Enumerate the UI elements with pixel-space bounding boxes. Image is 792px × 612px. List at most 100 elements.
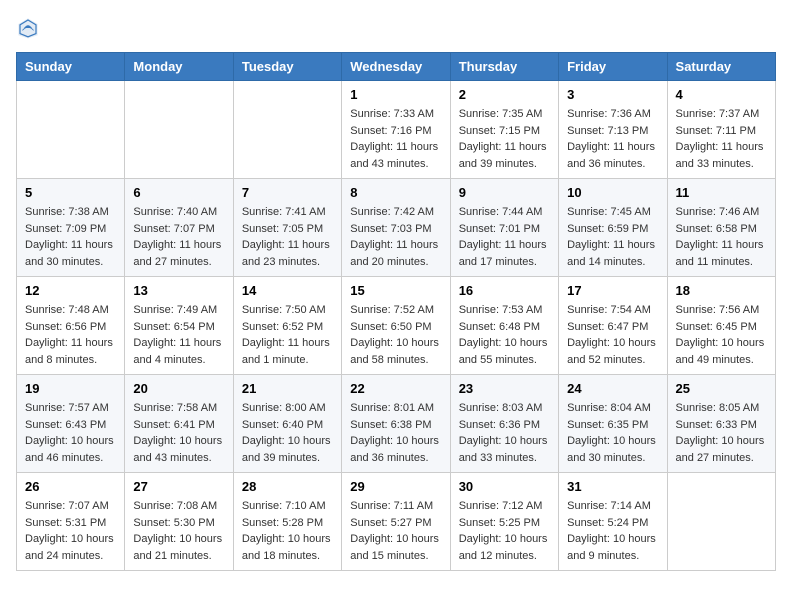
day-cell: 18 Sunrise: 7:56 AMSunset: 6:45 PMDayligh… [667, 277, 775, 375]
day-cell: 26Sunrise: 7:07 AMSunset: 5:31 PMDayligh… [17, 473, 125, 571]
day-cell: 23Sunrise: 8:03 AMSunset: 6:36 PMDayligh… [450, 375, 558, 473]
day-cell: 19 Sunrise: 7:57 AMSunset: 6:43 PMDayligh… [17, 375, 125, 473]
day-info: Sunrise: 7:57 AMSunset: 6:43 PMDaylight:… [25, 400, 116, 466]
day-cell: 6 Sunrise: 7:40 AMSunset: 7:07 PMDaylight… [125, 179, 233, 277]
calendar-header: SundayMondayTuesdayWednesdayThursdayFrid… [17, 53, 776, 81]
day-number: 10 [567, 185, 658, 200]
day-cell: 24Sunrise: 8:04 AMSunset: 6:35 PMDayligh… [559, 375, 667, 473]
day-number: 21 [242, 381, 333, 396]
day-cell: 27 Sunrise: 7:08 AMSunset: 5:30 PMDayligh… [125, 473, 233, 571]
day-cell: 5 Sunrise: 7:38 AMSunset: 7:09 PMDaylight… [17, 179, 125, 277]
day-cell [17, 81, 125, 179]
day-info: Sunrise: 7:38 AMSunset: 7:09 PMDaylight:… [25, 204, 116, 270]
day-number: 26 [25, 479, 116, 494]
header-sunday: Sunday [17, 53, 125, 81]
day-info: Sunrise: 7:40 AMSunset: 7:07 PMDaylight:… [133, 204, 224, 270]
day-cell: 4 Sunrise: 7:37 AMSunset: 7:11 PMDaylight… [667, 81, 775, 179]
day-cell: 14 Sunrise: 7:50 AMSunset: 6:52 PMDayligh… [233, 277, 341, 375]
day-number: 6 [133, 185, 224, 200]
day-info: Sunrise: 7:08 AMSunset: 5:30 PMDaylight:… [133, 498, 224, 564]
day-info: Sunrise: 7:45 AMSunset: 6:59 PMDaylight:… [567, 204, 658, 270]
logo-icon [16, 16, 40, 40]
day-number: 31 [567, 479, 658, 494]
day-cell [667, 473, 775, 571]
day-cell: 31 Sunrise: 7:14 AMSunset: 5:24 PMDayligh… [559, 473, 667, 571]
day-info: Sunrise: 8:04 AMSunset: 6:35 PMDaylight:… [567, 400, 658, 466]
week-row-1: 5 Sunrise: 7:38 AMSunset: 7:09 PMDaylight… [17, 179, 776, 277]
day-info: Sunrise: 7:56 AMSunset: 6:45 PMDaylight:… [676, 302, 767, 368]
day-number: 4 [676, 87, 767, 102]
day-info: Sunrise: 7:53 AMSunset: 6:48 PMDaylight:… [459, 302, 550, 368]
day-cell: 30 Sunrise: 7:12 AMSunset: 5:25 PMDayligh… [450, 473, 558, 571]
day-info: Sunrise: 7:48 AMSunset: 6:56 PMDaylight:… [25, 302, 116, 368]
day-number: 18 [676, 283, 767, 298]
day-cell [233, 81, 341, 179]
day-info: Sunrise: 7:54 AMSunset: 6:47 PMDaylight:… [567, 302, 658, 368]
day-number: 30 [459, 479, 550, 494]
page-header [16, 16, 776, 40]
day-info: Sunrise: 7:50 AMSunset: 6:52 PMDaylight:… [242, 302, 333, 368]
logo [16, 16, 44, 40]
day-info: Sunrise: 8:00 AMSunset: 6:40 PMDaylight:… [242, 400, 333, 466]
day-number: 12 [25, 283, 116, 298]
week-row-3: 19 Sunrise: 7:57 AMSunset: 6:43 PMDayligh… [17, 375, 776, 473]
day-info: Sunrise: 7:35 AMSunset: 7:15 PMDaylight:… [459, 106, 550, 172]
day-number: 14 [242, 283, 333, 298]
day-cell: 25 Sunrise: 8:05 AMSunset: 6:33 PMDayligh… [667, 375, 775, 473]
day-info: Sunrise: 7:49 AMSunset: 6:54 PMDaylight:… [133, 302, 224, 368]
day-info: Sunrise: 8:05 AMSunset: 6:33 PMDaylight:… [676, 400, 767, 466]
day-cell: 12 Sunrise: 7:48 AMSunset: 6:56 PMDayligh… [17, 277, 125, 375]
day-info: Sunrise: 7:42 AMSunset: 7:03 PMDaylight:… [350, 204, 441, 270]
day-cell: 7Sunrise: 7:41 AMSunset: 7:05 PMDaylight… [233, 179, 341, 277]
day-cell: 16 Sunrise: 7:53 AMSunset: 6:48 PMDayligh… [450, 277, 558, 375]
day-number: 8 [350, 185, 441, 200]
day-number: 25 [676, 381, 767, 396]
day-info: Sunrise: 7:11 AMSunset: 5:27 PMDaylight:… [350, 498, 441, 564]
calendar-body: 1Sunrise: 7:33 AMSunset: 7:16 PMDaylight… [17, 81, 776, 571]
day-number: 15 [350, 283, 441, 298]
header-saturday: Saturday [667, 53, 775, 81]
day-number: 16 [459, 283, 550, 298]
day-info: Sunrise: 7:36 AMSunset: 7:13 PMDaylight:… [567, 106, 658, 172]
day-info: Sunrise: 7:58 AMSunset: 6:41 PMDaylight:… [133, 400, 224, 466]
day-number: 11 [676, 185, 767, 200]
day-number: 13 [133, 283, 224, 298]
day-info: Sunrise: 7:12 AMSunset: 5:25 PMDaylight:… [459, 498, 550, 564]
day-cell: 28 Sunrise: 7:10 AMSunset: 5:28 PMDayligh… [233, 473, 341, 571]
header-wednesday: Wednesday [342, 53, 450, 81]
day-info: Sunrise: 7:14 AMSunset: 5:24 PMDaylight:… [567, 498, 658, 564]
day-number: 2 [459, 87, 550, 102]
day-number: 19 [25, 381, 116, 396]
day-info: Sunrise: 7:46 AMSunset: 6:58 PMDaylight:… [676, 204, 767, 270]
day-cell: 15 Sunrise: 7:52 AMSunset: 6:50 PMDayligh… [342, 277, 450, 375]
day-cell: 9 Sunrise: 7:44 AMSunset: 7:01 PMDaylight… [450, 179, 558, 277]
day-cell: 1Sunrise: 7:33 AMSunset: 7:16 PMDaylight… [342, 81, 450, 179]
day-number: 29 [350, 479, 441, 494]
calendar-table: SundayMondayTuesdayWednesdayThursdayFrid… [16, 52, 776, 571]
day-info: Sunrise: 7:37 AMSunset: 7:11 PMDaylight:… [676, 106, 767, 172]
day-number: 22 [350, 381, 441, 396]
day-cell: 2 Sunrise: 7:35 AMSunset: 7:15 PMDaylight… [450, 81, 558, 179]
day-info: Sunrise: 7:52 AMSunset: 6:50 PMDaylight:… [350, 302, 441, 368]
day-info: Sunrise: 7:10 AMSunset: 5:28 PMDaylight:… [242, 498, 333, 564]
day-cell: 17 Sunrise: 7:54 AMSunset: 6:47 PMDayligh… [559, 277, 667, 375]
week-row-4: 26Sunrise: 7:07 AMSunset: 5:31 PMDayligh… [17, 473, 776, 571]
header-thursday: Thursday [450, 53, 558, 81]
day-info: Sunrise: 7:44 AMSunset: 7:01 PMDaylight:… [459, 204, 550, 270]
day-number: 23 [459, 381, 550, 396]
day-number: 17 [567, 283, 658, 298]
day-cell [125, 81, 233, 179]
header-friday: Friday [559, 53, 667, 81]
day-cell: 13 Sunrise: 7:49 AMSunset: 6:54 PMDayligh… [125, 277, 233, 375]
day-cell: 11 Sunrise: 7:46 AMSunset: 6:58 PMDayligh… [667, 179, 775, 277]
header-monday: Monday [125, 53, 233, 81]
day-cell: 22Sunrise: 8:01 AMSunset: 6:38 PMDayligh… [342, 375, 450, 473]
day-number: 27 [133, 479, 224, 494]
day-number: 3 [567, 87, 658, 102]
day-number: 9 [459, 185, 550, 200]
week-row-2: 12 Sunrise: 7:48 AMSunset: 6:56 PMDayligh… [17, 277, 776, 375]
day-number: 5 [25, 185, 116, 200]
day-cell: 3 Sunrise: 7:36 AMSunset: 7:13 PMDaylight… [559, 81, 667, 179]
day-number: 7 [242, 185, 333, 200]
day-number: 28 [242, 479, 333, 494]
